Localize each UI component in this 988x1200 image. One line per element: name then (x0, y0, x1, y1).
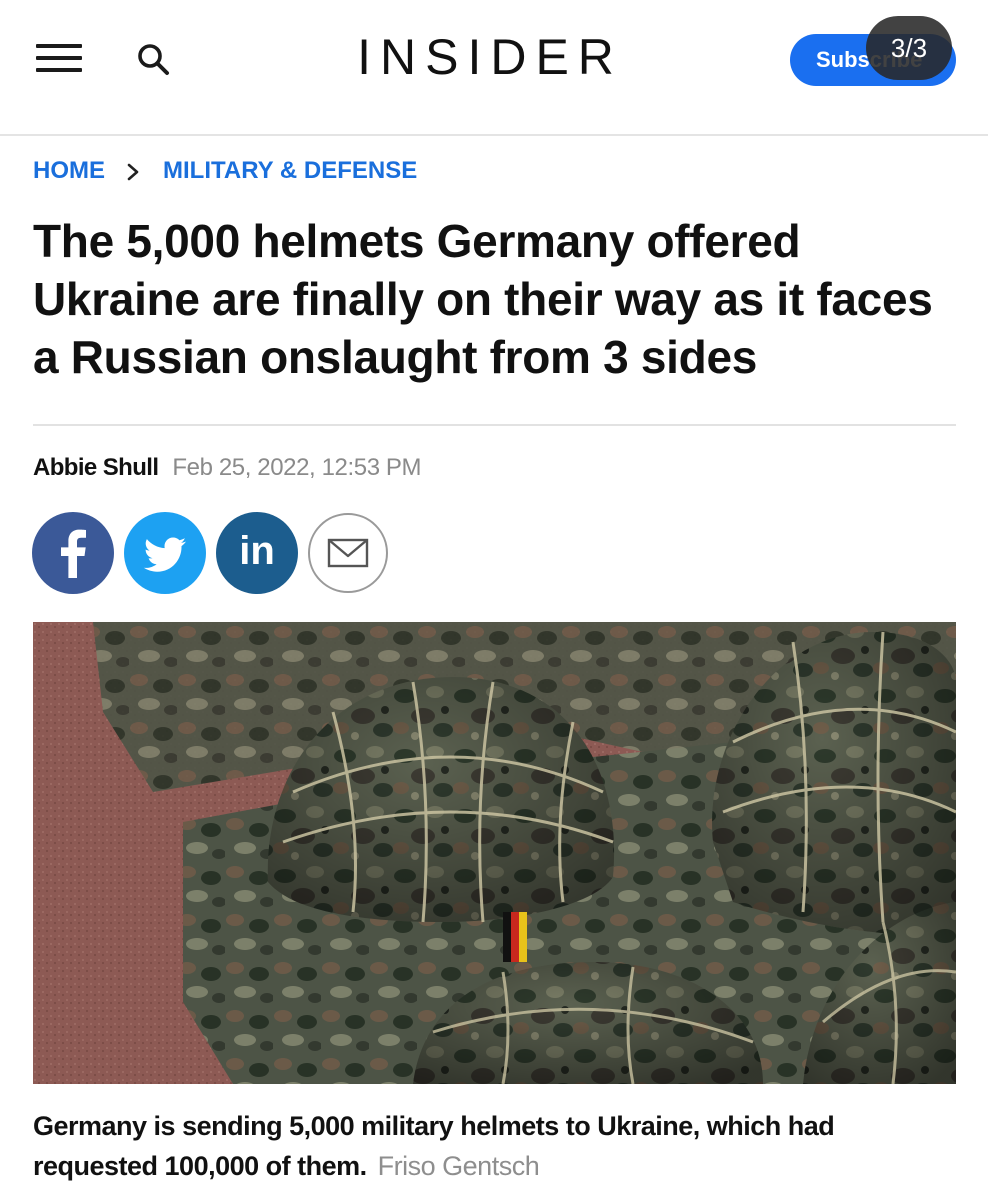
breadcrumb-section-link[interactable]: MILITARY & DEFENSE (163, 157, 417, 185)
search-icon[interactable] (134, 40, 174, 80)
helmets-photo-illustration (33, 622, 956, 1084)
breadcrumb: HOME MILITARY & DEFENSE (33, 154, 417, 188)
publish-date: Feb 25, 2022, 12:53 PM (172, 454, 422, 481)
email-icon (327, 538, 369, 568)
author-name[interactable]: Abbie Shull (33, 454, 159, 482)
share-bar: in (32, 512, 388, 594)
linkedin-share-button[interactable]: in (216, 512, 298, 594)
photo-caption: Germany is sending 5,000 military helmet… (33, 1106, 963, 1186)
facebook-icon (61, 529, 86, 578)
email-share-button[interactable] (308, 513, 388, 593)
chevron-right-icon (125, 161, 141, 181)
twitter-share-button[interactable] (124, 512, 206, 594)
article-photo (33, 622, 956, 1084)
facebook-share-button[interactable] (32, 512, 114, 594)
insider-logo[interactable]: INSIDER (300, 28, 680, 86)
photo-credit: Friso Gentsch (377, 1151, 540, 1181)
linkedin-icon: in (239, 529, 275, 573)
byline: Abbie Shull Feb 25, 2022, 12:53 PM (33, 454, 422, 482)
site-header: INSIDER Subscribe 3/3 (0, 0, 988, 136)
twitter-icon (143, 537, 186, 572)
article-headline: The 5,000 helmets Germany offered Ukrain… (33, 215, 933, 383)
headline-divider (33, 424, 956, 426)
hamburger-menu-icon[interactable] (36, 42, 82, 74)
breadcrumb-home-link[interactable]: HOME (33, 157, 105, 185)
page-counter-badge: 3/3 (866, 16, 952, 80)
